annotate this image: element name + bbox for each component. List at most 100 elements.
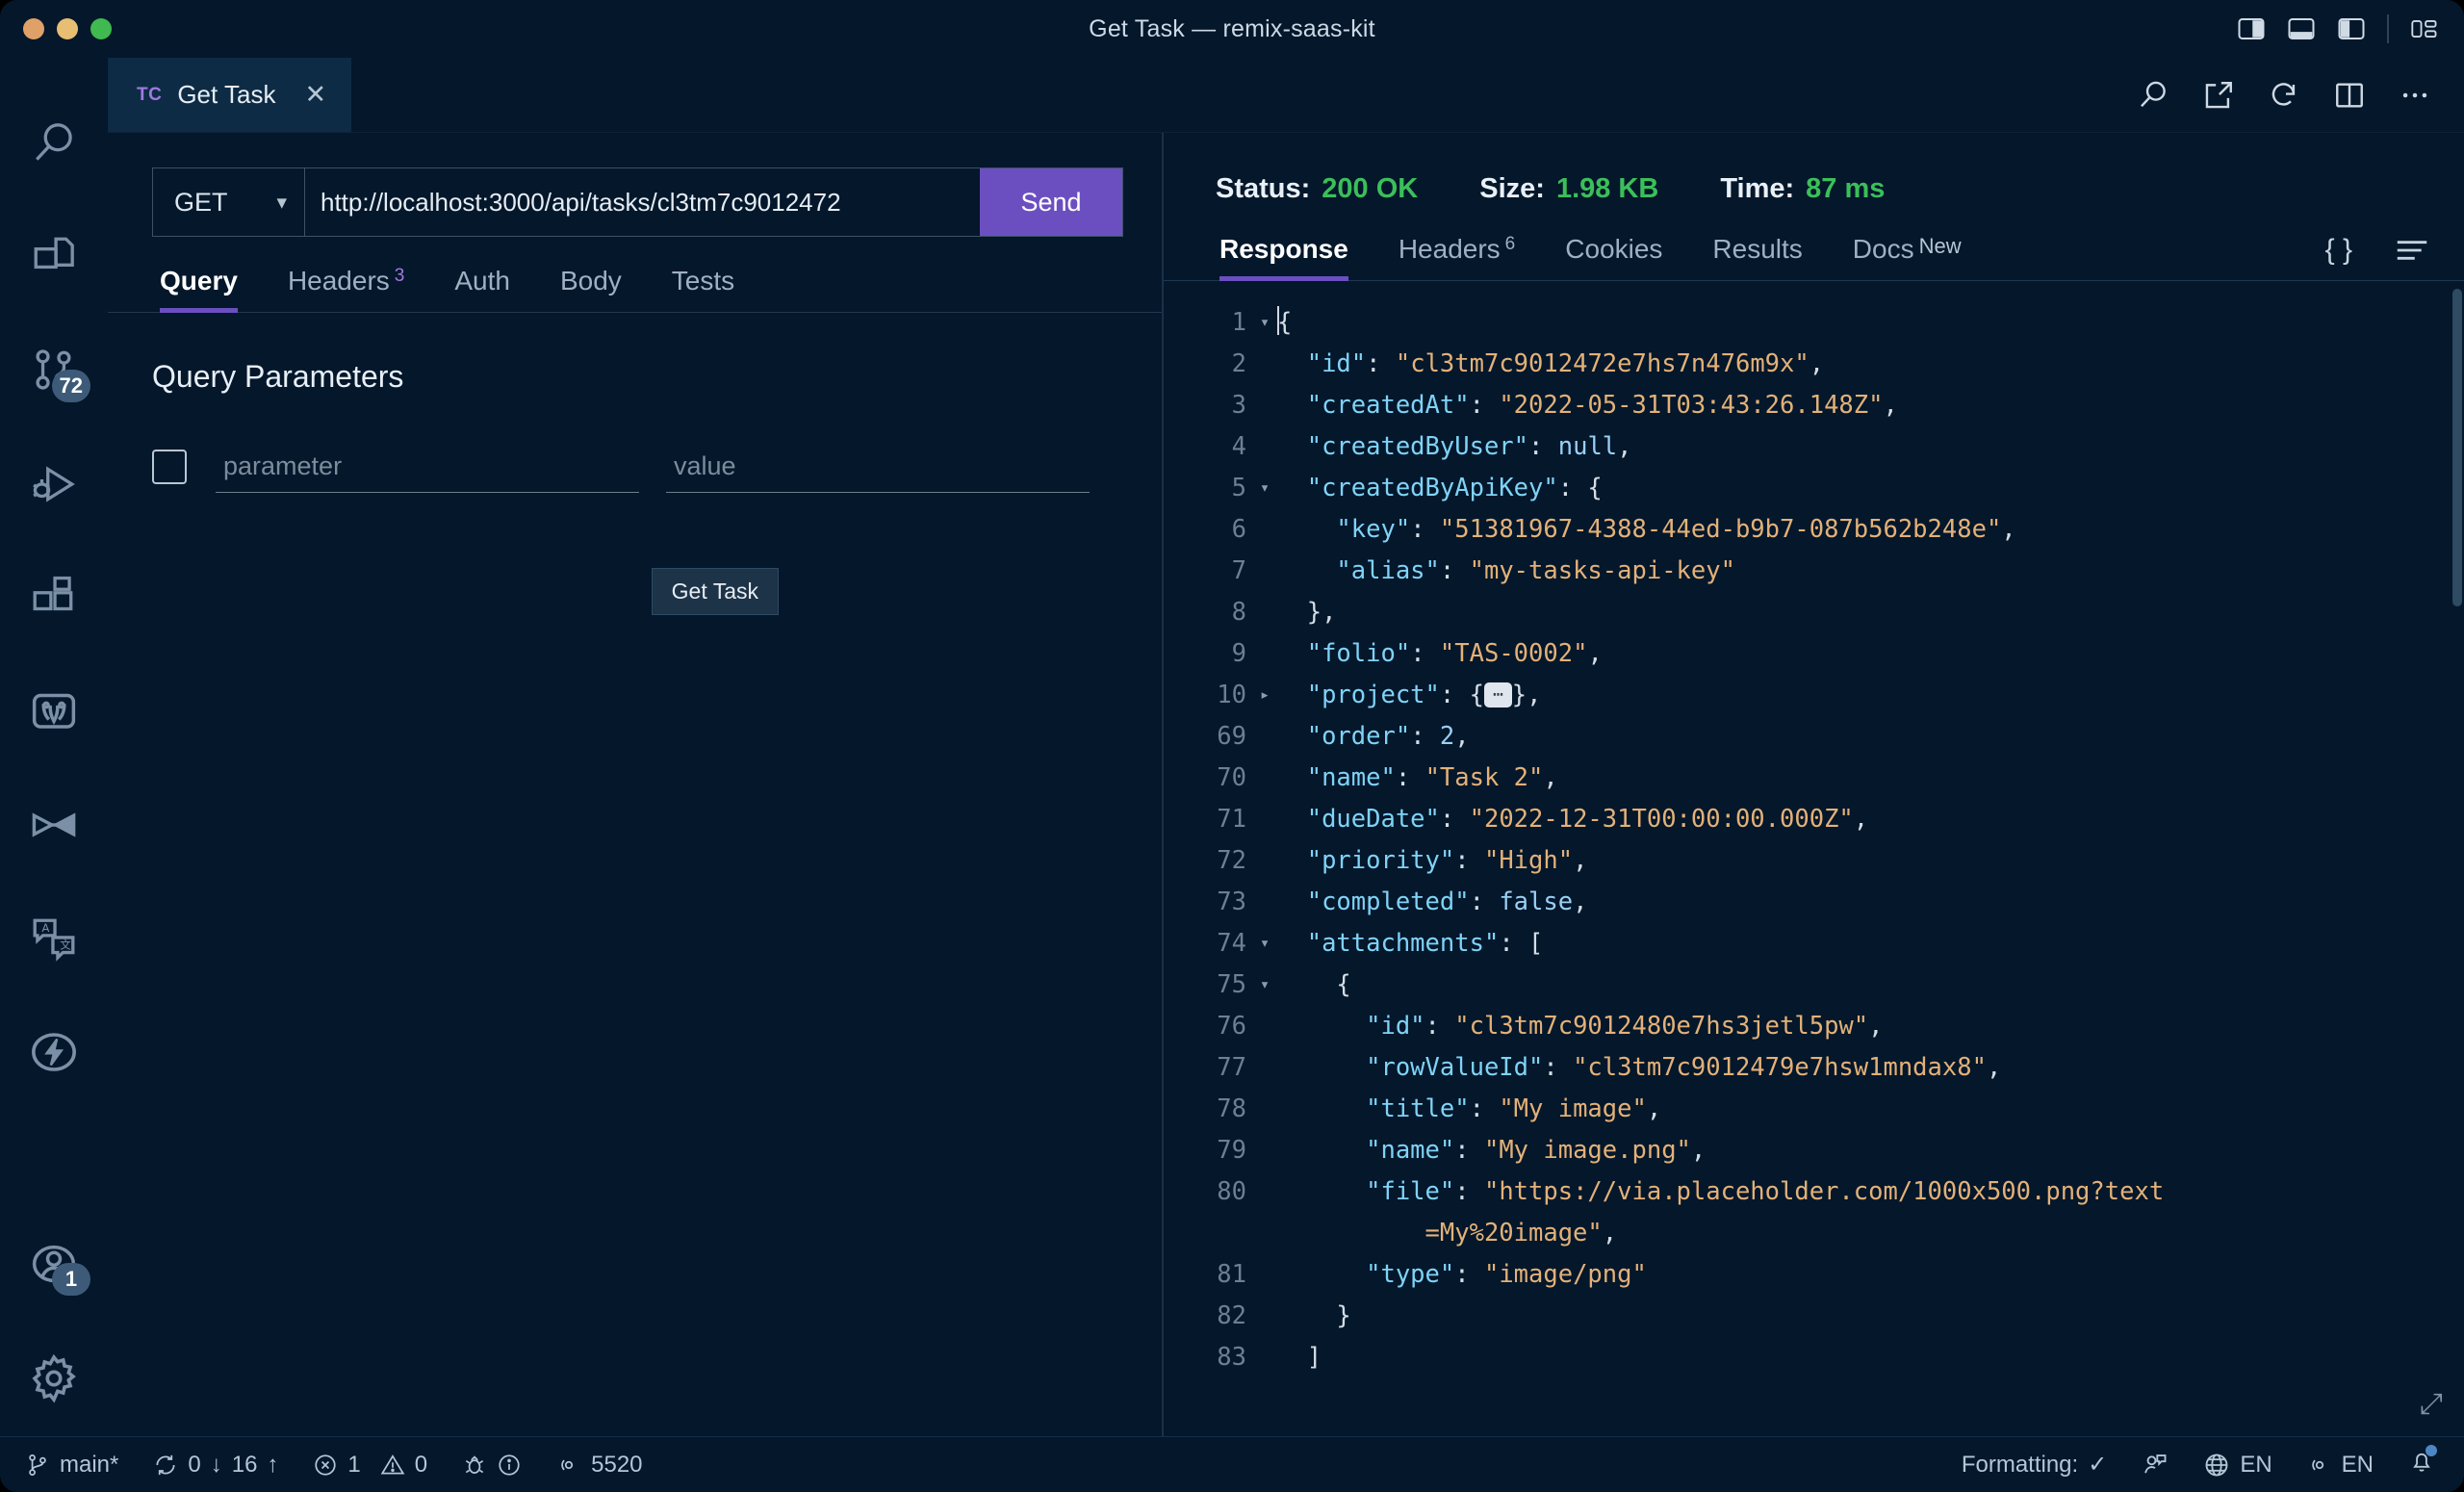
sidebar-item-thunder-client[interactable] bbox=[0, 995, 108, 1109]
status-language-globe[interactable]: EN bbox=[2186, 1452, 2289, 1479]
editor-tab-get-task[interactable]: TC Get Task ✕ bbox=[108, 58, 352, 132]
response-json-viewer[interactable]: 1 ▾{2 "id": "cl3tm7c9012472e7hs7n476m9x",… bbox=[1164, 281, 2464, 1436]
sidebar-item-accounts[interactable]: 1 bbox=[0, 1207, 108, 1321]
fold-toggle-icon[interactable]: ▾ bbox=[1252, 923, 1277, 965]
extensions-icon bbox=[33, 576, 73, 611]
search-icon[interactable] bbox=[2137, 79, 2169, 112]
status-live-share[interactable] bbox=[2124, 1452, 2186, 1479]
tab-auth[interactable]: Auth bbox=[429, 266, 535, 312]
tab-response[interactable]: Response bbox=[1208, 234, 1373, 281]
sidebar-item-source-control[interactable]: 72 bbox=[0, 314, 108, 427]
code-token: "key" bbox=[1336, 515, 1411, 544]
tab-tests[interactable]: Tests bbox=[647, 266, 759, 312]
time-label: Time: bbox=[1720, 173, 1795, 204]
fold-toggle-icon[interactable]: ▾ bbox=[1252, 468, 1277, 509]
tab-body[interactable]: Body bbox=[535, 266, 647, 312]
fold-toggle-icon[interactable]: ▾ bbox=[1252, 302, 1277, 344]
param-name-input[interactable]: parameter bbox=[216, 441, 639, 493]
sidebar-item-extensions[interactable] bbox=[0, 541, 108, 655]
param-value-input[interactable]: value bbox=[666, 441, 1090, 493]
folded-range-widget[interactable]: ⋯ bbox=[1483, 682, 1512, 707]
status-branch[interactable]: main* bbox=[0, 1437, 136, 1492]
filter-lines-icon[interactable] bbox=[2395, 238, 2429, 263]
close-icon[interactable]: ✕ bbox=[304, 80, 326, 110]
resize-corner-icon[interactable]: ⤢ bbox=[2420, 1388, 2443, 1421]
elephant-icon bbox=[32, 693, 76, 729]
sidebar-item-run-and-debug[interactable] bbox=[0, 427, 108, 541]
code-token: : bbox=[1454, 1136, 1484, 1165]
code-token: { bbox=[1277, 308, 1293, 337]
bug-icon bbox=[465, 1455, 484, 1474]
sidebar-item-explorer[interactable] bbox=[0, 200, 108, 314]
tab-query[interactable]: Query bbox=[152, 266, 263, 313]
code-token: }, bbox=[1511, 681, 1542, 709]
customize-layout-icon[interactable] bbox=[2410, 16, 2439, 41]
code-text: "createdByApiKey": { bbox=[1277, 468, 2464, 509]
refresh-icon[interactable] bbox=[2268, 79, 2300, 112]
minimize-window-button[interactable] bbox=[57, 18, 78, 39]
code-text: "alias": "my-tasks-api-key" bbox=[1277, 551, 2464, 592]
sync-icon bbox=[156, 1454, 175, 1475]
code-text: "key": "51381967-4388-44ed-b9b7-087b562b… bbox=[1277, 509, 2464, 551]
code-token: , bbox=[1646, 1094, 1662, 1123]
tab-cookies[interactable]: Cookies bbox=[1540, 234, 1687, 280]
request-row: GET ▾ http://localhost:3000/api/tasks/cl… bbox=[152, 167, 1123, 237]
code-line: 80 "file": "https://via.placeholder.com/… bbox=[1164, 1171, 2464, 1213]
close-window-button[interactable] bbox=[23, 18, 44, 39]
code-text: ] bbox=[1277, 1337, 2464, 1378]
sidebar-item-search[interactable] bbox=[0, 87, 108, 200]
primary-sidebar-toggle-icon[interactable] bbox=[2237, 16, 2266, 41]
line-number: 8 bbox=[1231, 598, 1246, 627]
get-task-button[interactable]: Get Task bbox=[651, 568, 779, 615]
tab-response-headers[interactable]: Headers 6 bbox=[1373, 234, 1540, 280]
fold-toggle-icon[interactable]: ▾ bbox=[1252, 965, 1277, 1006]
response-scrollbar[interactable] bbox=[2451, 281, 2464, 1436]
sidebar-item-database-client[interactable] bbox=[0, 768, 108, 882]
tab-headers[interactable]: Headers 3 bbox=[263, 266, 429, 312]
secondary-sidebar-toggle-icon[interactable] bbox=[2337, 16, 2366, 41]
bowtie-icon bbox=[32, 812, 76, 837]
status-debug-info[interactable] bbox=[445, 1437, 539, 1492]
url-input[interactable]: http://localhost:3000/api/tasks/cl3tm7c9… bbox=[305, 168, 980, 236]
param-enabled-checkbox[interactable] bbox=[152, 450, 187, 484]
scrollbar-thumb[interactable] bbox=[2452, 289, 2462, 606]
status-spell-checker[interactable]: EN bbox=[2290, 1452, 2391, 1479]
http-method-select[interactable]: GET ▾ bbox=[153, 168, 305, 236]
open-external-icon[interactable] bbox=[2202, 79, 2235, 112]
line-number: 77 bbox=[1217, 1053, 1246, 1082]
panel-toggle-icon[interactable] bbox=[2287, 16, 2316, 41]
zoom-window-button[interactable] bbox=[90, 18, 112, 39]
response-pane: Status: 200 OK Size: 1.98 KB Time: 87 ms bbox=[1164, 133, 2464, 1436]
split-editor-icon[interactable] bbox=[2333, 79, 2366, 112]
send-button[interactable]: Send bbox=[980, 168, 1122, 236]
status-ports[interactable]: 5520 bbox=[539, 1437, 659, 1492]
sidebar-item-postgres[interactable] bbox=[0, 655, 108, 768]
gear-icon bbox=[32, 1353, 76, 1403]
fold-toggle-icon[interactable]: ▸ bbox=[1252, 675, 1277, 716]
tab-response-headers-badge: 6 bbox=[1504, 234, 1516, 254]
svg-text:A: A bbox=[42, 921, 50, 935]
tab-docs[interactable]: Docs New bbox=[1828, 234, 1987, 280]
code-token: "cl3tm7c9012472e7hs7n476m9x" bbox=[1395, 349, 1810, 378]
status-sync[interactable]: 0 ↓ 16 ↑ bbox=[136, 1437, 295, 1492]
code-token: "file" bbox=[1366, 1177, 1455, 1206]
format-json-icon[interactable]: { } bbox=[2325, 234, 2352, 267]
status-formatting[interactable]: Formatting: ✓ bbox=[1937, 1451, 2124, 1479]
code-text: "order": 2, bbox=[1277, 716, 2464, 758]
sync-up-count: 16 bbox=[231, 1451, 258, 1478]
status-notifications[interactable] bbox=[2391, 1445, 2464, 1481]
tab-results[interactable]: Results bbox=[1687, 234, 1827, 280]
sidebar-item-translate[interactable]: A 文 bbox=[0, 882, 108, 995]
status-problems[interactable]: 1 0 bbox=[295, 1437, 445, 1492]
more-actions-icon[interactable] bbox=[2399, 79, 2431, 112]
code-token: "createdAt" bbox=[1306, 391, 1470, 420]
layout-controls bbox=[2237, 14, 2464, 43]
sidebar-item-settings[interactable] bbox=[0, 1321, 108, 1436]
tab-response-headers-label: Headers bbox=[1398, 234, 1501, 264]
code-text: "createdByUser": null, bbox=[1277, 426, 2464, 468]
